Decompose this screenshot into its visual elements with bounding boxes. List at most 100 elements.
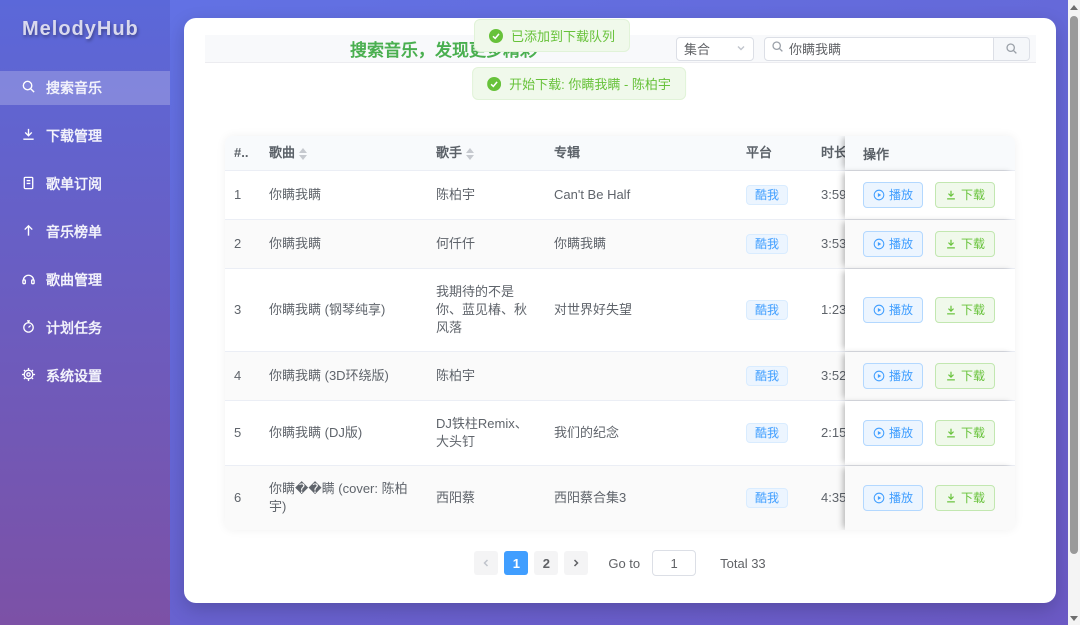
sidebar-nav: 搜索音乐 下载管理 歌单订阅 音乐榜单 歌曲管理 计划任务 系统设置 (0, 71, 170, 393)
song-title: 你瞒��瞒 (cover: 陈柏宇) (269, 481, 408, 514)
sidebar-item-scheduled-tasks[interactable]: 计划任务 (0, 311, 170, 345)
play-button[interactable]: 播放 (863, 231, 924, 257)
table-row: 6 你瞒��瞒 (cover: 陈柏宇) 西阳蔡 西阳蔡合集3 酷我 4:35 … (225, 466, 1015, 530)
song-title: 你瞒我瞒 (269, 187, 322, 202)
download-icon (947, 371, 955, 381)
sidebar-item-download-manager[interactable]: 下载管理 (0, 119, 170, 153)
download-button-label: 下载 (961, 188, 986, 202)
sidebar-item-label: 歌曲管理 (46, 272, 102, 288)
table-header-row: #.. 歌曲 歌手 专辑 平台 时长 操作 (225, 136, 1015, 171)
scrollbar[interactable] (1068, 0, 1080, 625)
column-song[interactable]: 歌曲 (259, 144, 426, 162)
download-icon (947, 305, 955, 315)
sidebar-item-playlist-subscription[interactable]: 歌单订阅 (0, 167, 170, 201)
scrollbar-thumb[interactable] (1070, 16, 1078, 554)
download-button[interactable]: 下载 (935, 231, 996, 257)
sidebar-item-system-settings[interactable]: 系统设置 (0, 359, 170, 393)
row-actions: 播放 下载 (845, 401, 1015, 465)
scroll-down-arrow-icon[interactable] (1068, 611, 1080, 625)
download-icon (947, 428, 955, 438)
platform-badge: 酷我 (746, 300, 789, 320)
column-song-label: 歌曲 (269, 145, 296, 160)
total-count: Total 33 (720, 555, 766, 571)
platform-cell: 酷我 (736, 185, 810, 205)
toast-download-started: 开始下载: 你瞒我瞒 - 陈柏宇 (472, 67, 686, 100)
prev-page-button[interactable] (474, 551, 499, 575)
app-logo: MelodyHub (22, 18, 139, 40)
column-actions-label: 操作 (863, 146, 890, 162)
song-title: 你瞒我瞒 (3D环绕版) (269, 368, 389, 383)
platform-badge: 酷我 (746, 234, 789, 254)
artist-name: 西阳蔡 (436, 490, 476, 505)
sidebar-item-search-music[interactable]: 搜索音乐 (0, 71, 170, 105)
download-icon (947, 190, 955, 200)
results-table: #.. 歌曲 歌手 专辑 平台 时长 操作 1 你瞒我瞒 陈柏宇 Can't B… (225, 136, 1015, 530)
download-button[interactable]: 下载 (935, 363, 996, 389)
sidebar-item-label: 搜索音乐 (46, 80, 102, 96)
column-actions: 操作 (845, 136, 1015, 170)
play-circle-icon (873, 189, 885, 201)
artist-name: DJ铁柱Remix、大头钉 (436, 416, 528, 449)
play-button[interactable]: 播放 (863, 485, 924, 511)
table-row: 2 你瞒我瞒 何仟仟 你瞒我瞒 酷我 3:53 播放 下载 (225, 220, 1015, 269)
platform-select[interactable]: 集合 (676, 36, 754, 61)
play-circle-icon (873, 492, 885, 504)
table-body: 1 你瞒我瞒 陈柏宇 Can't Be Half 酷我 3:59 播放 下载 2… (225, 171, 1015, 530)
sort-carets-icon[interactable] (466, 147, 475, 160)
row-index: 1 (234, 187, 242, 202)
download-button-label: 下载 (961, 303, 986, 317)
play-button[interactable]: 播放 (863, 363, 924, 389)
play-button[interactable]: 播放 (863, 420, 924, 446)
play-circle-icon (873, 238, 885, 250)
toast-added-to-queue: 已添加到下载队列 (473, 19, 631, 52)
download-button[interactable]: 下载 (935, 420, 996, 446)
row-index: 4 (234, 368, 242, 383)
page-button-1[interactable]: 1 (504, 551, 529, 575)
scroll-up-arrow-icon[interactable] (1068, 0, 1080, 14)
row-actions: 播放 下载 (845, 220, 1015, 268)
album-name: Can't Be Half (554, 187, 631, 202)
page-button-2[interactable]: 2 (534, 551, 559, 575)
playlist-icon (21, 175, 36, 193)
table-row: 1 你瞒我瞒 陈柏宇 Can't Be Half 酷我 3:59 播放 下载 (225, 171, 1015, 220)
platform-cell: 酷我 (736, 300, 810, 320)
download-button-label: 下载 (961, 491, 986, 505)
platform-cell: 酷我 (736, 366, 810, 386)
artist-name: 何仟仟 (436, 236, 476, 251)
play-button-label: 播放 (889, 237, 914, 251)
download-icon (947, 239, 955, 249)
search-icon (21, 79, 36, 97)
play-button-label: 播放 (889, 491, 914, 505)
platform-badge: 酷我 (746, 423, 789, 443)
play-button-label: 播放 (889, 188, 914, 202)
goto-page-input[interactable] (652, 550, 697, 576)
song-title: 你瞒我瞒 (269, 236, 322, 251)
download-button[interactable]: 下载 (935, 297, 996, 323)
play-button[interactable]: 播放 (863, 182, 924, 208)
sidebar-item-music-charts[interactable]: 音乐榜单 (0, 215, 170, 249)
row-actions: 播放 下载 (845, 466, 1015, 530)
sidebar-item-label: 下载管理 (46, 128, 102, 144)
search-input-wrapper (764, 36, 994, 61)
sidebar: MelodyHub 搜索音乐 下载管理 歌单订阅 音乐榜单 歌曲管理 计划任务 … (0, 0, 170, 625)
download-button-label: 下载 (961, 369, 986, 383)
platform-badge: 酷我 (746, 185, 789, 205)
artist-name: 陈柏宇 (436, 368, 476, 383)
column-artist[interactable]: 歌手 (426, 144, 544, 162)
download-button[interactable]: 下载 (935, 485, 996, 511)
song-title: 你瞒我瞒 (钢琴纯享) (269, 302, 386, 317)
search-button[interactable] (994, 36, 1030, 61)
sidebar-item-label: 系统设置 (46, 368, 102, 384)
success-check-icon (487, 76, 502, 91)
row-actions: 播放 下载 (845, 171, 1015, 219)
sidebar-item-song-manager[interactable]: 歌曲管理 (0, 263, 170, 297)
sidebar-item-label: 计划任务 (46, 320, 102, 336)
play-button[interactable]: 播放 (863, 297, 924, 323)
download-button[interactable]: 下载 (935, 182, 996, 208)
platform-badge: 酷我 (746, 366, 789, 386)
next-page-button[interactable] (564, 551, 589, 575)
gear-icon (21, 367, 36, 385)
play-circle-icon (873, 304, 885, 316)
sort-carets-icon[interactable] (299, 147, 308, 160)
search-input[interactable] (789, 41, 987, 56)
